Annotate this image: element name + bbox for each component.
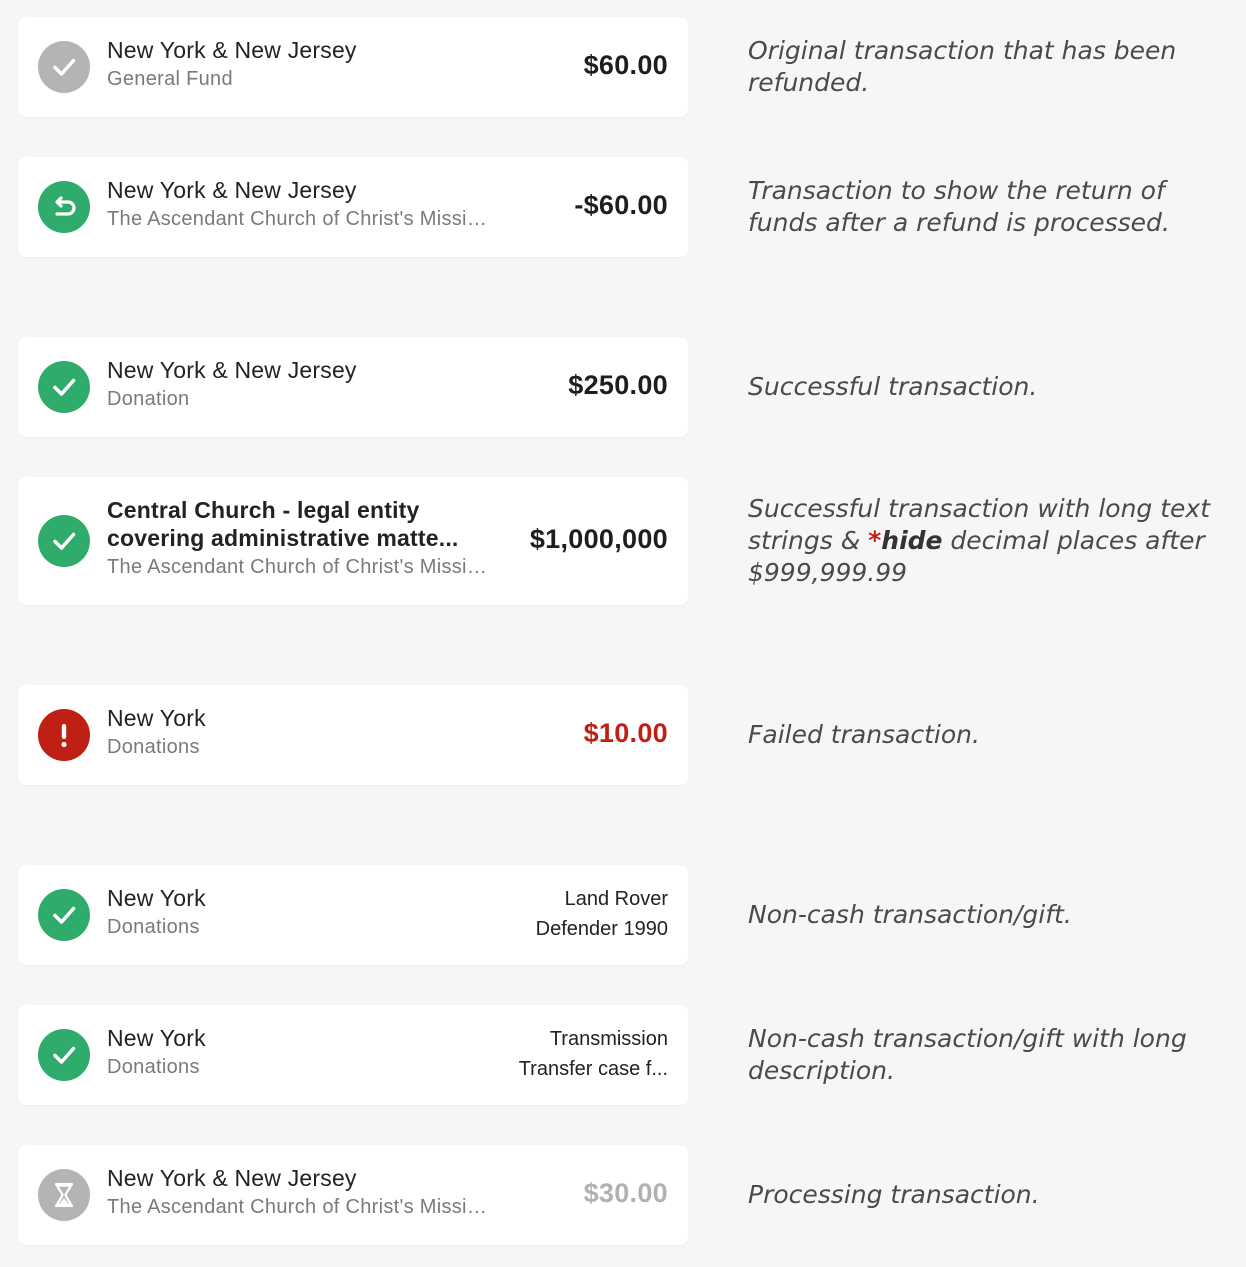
transaction-subtitle: The Ascendant Church of Christ's Mission… bbox=[107, 556, 497, 578]
transaction-title: New York & New Jersey bbox=[107, 37, 357, 63]
check-green-icon bbox=[38, 1029, 90, 1081]
transaction-card[interactable]: New York Donations Transmission Transfer… bbox=[18, 1005, 688, 1105]
check-gray-icon bbox=[38, 41, 90, 93]
row-note: Failed transaction. bbox=[748, 720, 980, 749]
transaction-amount: $1,000,000 bbox=[529, 524, 668, 554]
transaction-title-line2: covering administrative matte... bbox=[107, 525, 459, 551]
transaction-title: New York & New Jersey bbox=[107, 177, 357, 203]
transaction-title: New York & New Jersey bbox=[107, 1165, 357, 1191]
transaction-subtitle: Donations bbox=[107, 916, 200, 938]
gift-description-line1: Land Rover bbox=[564, 888, 668, 910]
row-note-emphasis: hide bbox=[881, 526, 943, 555]
transaction-title: New York bbox=[107, 1025, 206, 1051]
check-green-icon bbox=[38, 361, 90, 413]
transaction-subtitle: The Ascendant Church of Christ's Mission… bbox=[107, 1196, 497, 1218]
check-green-icon bbox=[38, 889, 90, 941]
transaction-title: New York & New Jersey bbox=[107, 357, 357, 383]
transaction-subtitle: The Ascendant Church of Christ's Mission… bbox=[107, 208, 497, 230]
row-note: Successful transaction. bbox=[748, 372, 1038, 401]
transaction-card[interactable]: New York Donations Land Rover Defender 1… bbox=[18, 865, 688, 965]
check-green-icon bbox=[38, 515, 90, 567]
gift-description: Transmission Transfer case f... bbox=[519, 1024, 668, 1084]
transaction-subtitle: General Fund bbox=[107, 68, 233, 90]
row-note: Processing transaction. bbox=[748, 1180, 1040, 1209]
row-note: Successful transaction with long text st… bbox=[748, 493, 1228, 589]
gift-description-line1: Transmission bbox=[549, 1028, 668, 1050]
hourglass-processing-icon bbox=[38, 1169, 90, 1221]
transaction-subtitle: Donations bbox=[107, 736, 200, 758]
refund-return-icon bbox=[38, 181, 90, 233]
transaction-card[interactable]: New York & New Jersey Donation $250.00 bbox=[18, 337, 688, 437]
row-note: Original transaction that has been refun… bbox=[748, 36, 1177, 97]
gift-description-line2: Defender 1990 bbox=[535, 918, 668, 940]
transaction-subtitle: Donation bbox=[107, 388, 190, 410]
row-note: Transaction to show the return of funds … bbox=[748, 176, 1170, 237]
transaction-amount: $30.00 bbox=[583, 1178, 668, 1208]
transaction-card[interactable]: New York & New Jersey General Fund $60.0… bbox=[18, 17, 688, 117]
gift-description-line2: Transfer case f... bbox=[518, 1058, 668, 1080]
transaction-amount: -$60.00 bbox=[574, 190, 668, 220]
transaction-amount: $10.00 bbox=[583, 718, 668, 748]
transaction-card[interactable]: New York Donations $10.00 bbox=[18, 685, 688, 785]
row-note: Non-cash transaction/gift. bbox=[748, 900, 1072, 929]
transaction-card[interactable]: New York & New Jersey The Ascendant Chur… bbox=[18, 1145, 688, 1245]
gift-description: Land Rover Defender 1990 bbox=[536, 884, 668, 944]
row-note: Non-cash transaction/gift with long desc… bbox=[748, 1024, 1187, 1085]
transaction-amount: $250.00 bbox=[568, 370, 668, 400]
transaction-card[interactable]: New York & New Jersey The Ascendant Chur… bbox=[18, 157, 688, 257]
transaction-title: New York bbox=[107, 885, 206, 911]
transaction-card[interactable]: Central Church - legal entity covering a… bbox=[18, 477, 688, 605]
transaction-title: New York bbox=[107, 705, 206, 731]
transaction-subtitle: Donations bbox=[107, 1056, 200, 1078]
transaction-amount: $60.00 bbox=[583, 50, 668, 80]
alert-red-icon bbox=[38, 709, 90, 761]
asterisk-mark: * bbox=[868, 526, 882, 555]
transaction-title-line1: Central Church - legal entity bbox=[107, 497, 420, 523]
